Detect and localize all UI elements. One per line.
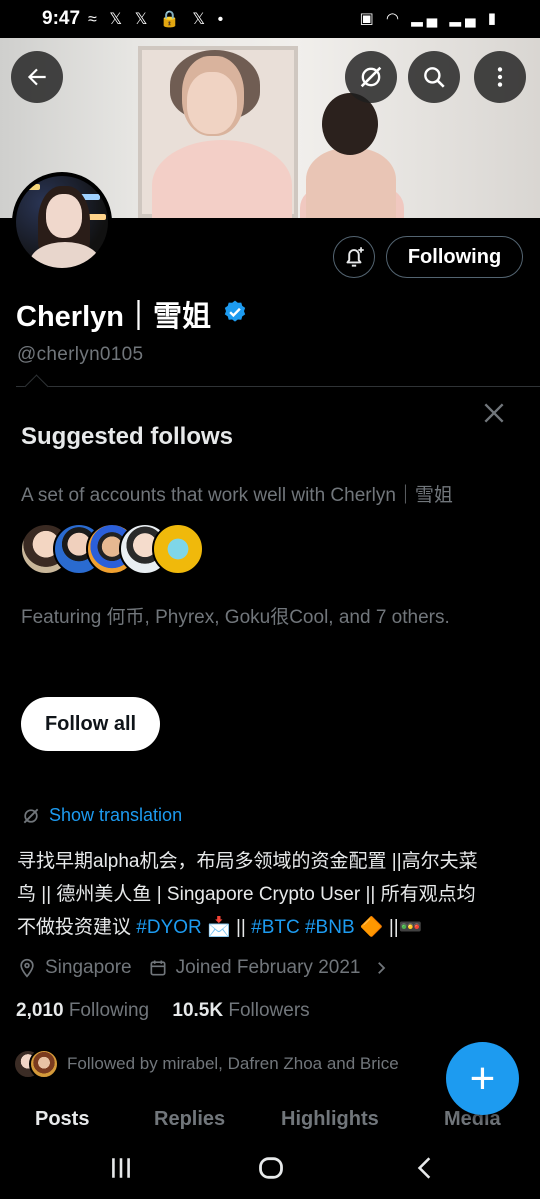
tab-posts[interactable]: Posts	[35, 1108, 89, 1131]
following-button[interactable]: Following	[386, 236, 523, 278]
notification-icons: ≈ 𝕏 𝕏 🔒 𝕏 •	[88, 11, 228, 28]
recent-apps-icon[interactable]	[108, 1155, 134, 1181]
chevron-right-icon[interactable]	[372, 959, 390, 977]
grok-button[interactable]	[345, 51, 397, 103]
profile-meta: Singapore Joined February 2021	[17, 957, 390, 979]
banner-painting	[138, 46, 298, 218]
bio-line: 鸟 || 德州美人鱼 | Singapore Crypto User || 所有…	[17, 884, 476, 905]
more-button[interactable]	[474, 51, 526, 103]
notify-button[interactable]	[333, 236, 375, 278]
more-vertical-icon	[497, 67, 503, 87]
followers-count-link[interactable]: 10.5K Followers	[172, 1000, 309, 1021]
avatar[interactable]	[12, 172, 112, 272]
compose-button[interactable]: +	[446, 1042, 519, 1115]
close-icon	[484, 403, 504, 423]
dismiss-suggestions-button[interactable]	[481, 400, 507, 426]
following-count-link[interactable]: 2,010 Following	[16, 1000, 149, 1021]
suggested-follows-description: A set of accounts that work well with Ch…	[21, 485, 453, 506]
show-translation-label: Show translation	[49, 805, 183, 825]
suggested-follows-title: Suggested follows	[21, 423, 234, 450]
bio-line: 寻找早期alpha机会，布局多领域的资金配置 ||高尔夫菜	[17, 851, 478, 872]
location-pin-icon	[20, 958, 34, 978]
divider	[16, 386, 540, 387]
bell-plus-icon	[346, 247, 364, 267]
suggestion-pointer	[24, 374, 49, 399]
hashtag-link[interactable]: #BTC	[251, 917, 300, 938]
follow-all-button[interactable]: Follow all	[21, 697, 160, 751]
status-time: 9:47	[42, 8, 81, 29]
profile-handle: @cherlyn0105	[17, 344, 144, 365]
profile-name: Cherlyn｜雪姐	[16, 301, 211, 333]
location-text: Singapore	[45, 957, 132, 978]
plus-icon: +	[469, 1053, 496, 1103]
home-icon[interactable]	[257, 1154, 285, 1182]
profile-bio: 寻找早期alpha机会，布局多领域的资金配置 ||高尔夫菜 鸟 || 德州美人鱼…	[17, 845, 517, 944]
verified-badge-icon	[222, 299, 248, 330]
search-icon	[424, 67, 445, 88]
calendar-icon	[150, 960, 166, 976]
follow-counts: 2,010 Following 10.5K Followers	[16, 1000, 310, 1022]
show-translation-link[interactable]: Show translation	[21, 805, 182, 826]
android-nav-bar	[0, 1140, 540, 1199]
arrow-left-icon	[27, 68, 46, 86]
back-button[interactable]	[11, 51, 63, 103]
hashtag-link[interactable]: #DYOR	[136, 917, 201, 938]
tab-replies[interactable]: Replies	[154, 1108, 225, 1131]
grok-icon	[23, 808, 39, 823]
grok-icon	[360, 66, 382, 88]
followed-by-text: Followed by mirabel, Dafren Zhoa and Bri…	[67, 1054, 399, 1073]
bio-line: 不做投资建议 #DYOR 📩 || #BTC #BNB 🔶 ||🚥	[17, 917, 423, 938]
joined-text: Joined February 2021	[175, 957, 361, 978]
suggested-avatar	[152, 523, 204, 575]
tab-highlights[interactable]: Highlights	[281, 1108, 379, 1131]
search-button[interactable]	[408, 51, 460, 103]
hashtag-link[interactable]: #BNB	[305, 917, 355, 938]
back-nav-icon[interactable]	[412, 1154, 438, 1182]
suggested-avatars[interactable]	[20, 523, 220, 577]
status-bar: 9:47 ≈ 𝕏 𝕏 🔒 𝕏 • ▣ ◠ ▂▄ ▂▄ ▮	[0, 0, 540, 38]
suggested-featuring: Featuring 何币, Phyrex, Goku很Cool, and 7 o…	[21, 607, 450, 628]
followed-by[interactable]: Followed by mirabel, Dafren Zhoa and Bri…	[13, 1049, 399, 1079]
follower-avatar	[29, 1049, 59, 1079]
system-icons: ▣ ◠ ▂▄ ▂▄ ▮	[359, 10, 500, 27]
